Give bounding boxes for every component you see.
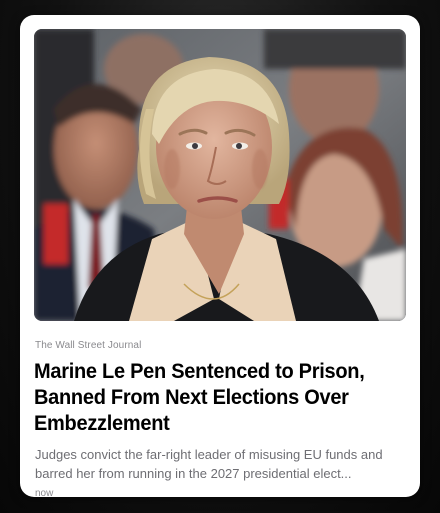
article-photo bbox=[34, 29, 406, 321]
article-timestamp: now bbox=[35, 488, 54, 497]
article-headline[interactable]: Marine Le Pen Sentenced to Prison, Banne… bbox=[34, 358, 380, 436]
article-summary: Judges convict the far-right leader of m… bbox=[35, 447, 383, 481]
news-article-card[interactable]: The Wall Street Journal Marine Le Pen Se… bbox=[20, 15, 420, 497]
article-source: The Wall Street Journal bbox=[35, 340, 142, 351]
